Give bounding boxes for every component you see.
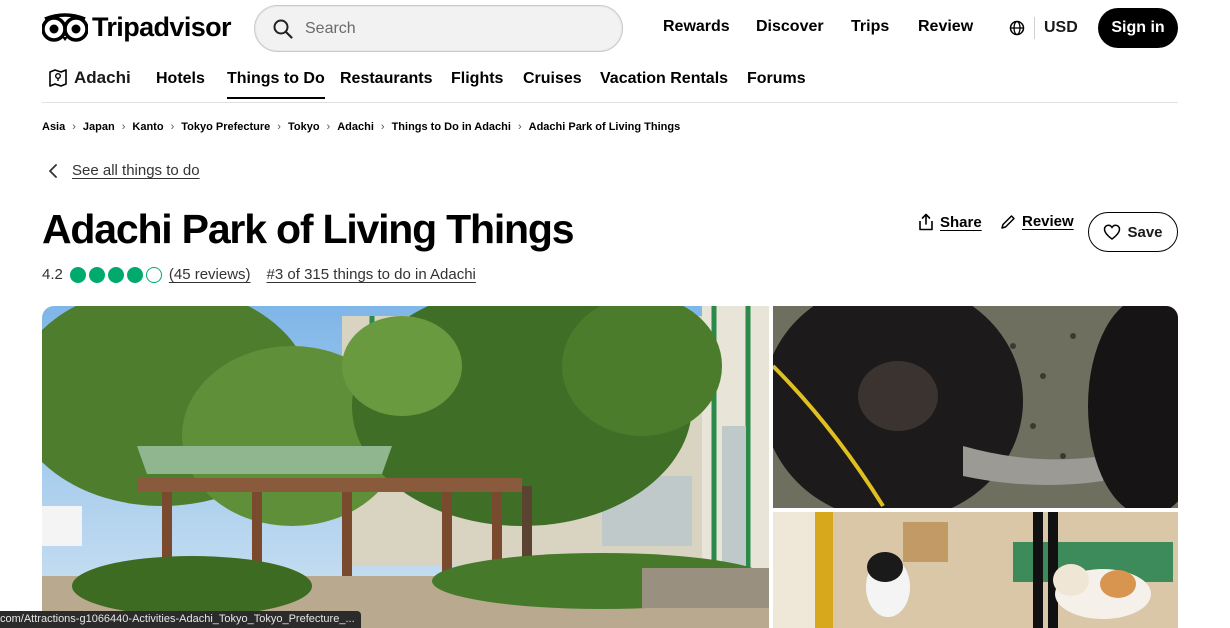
chevron-right-icon: › — [72, 121, 76, 133]
ranking-link[interactable]: #3 of 315 things to do in Adachi — [267, 266, 476, 283]
chevron-right-icon: › — [326, 121, 331, 133]
chevron-right-icon: › — [517, 121, 522, 133]
pencil-icon — [1001, 214, 1015, 229]
cats-photo-image — [773, 512, 1178, 628]
location-label: Adachi — [74, 68, 131, 87]
back-link-label: See all things to do — [72, 162, 200, 179]
gallery-photo-children[interactable] — [773, 306, 1178, 508]
tab-cruises[interactable]: Cruises — [523, 70, 582, 88]
breadcrumb-item[interactable]: Kanto — [132, 121, 163, 133]
top-header: Tripadvisor Rewards Discover Trips Revie… — [0, 0, 1230, 58]
chevron-right-icon: › — [121, 121, 126, 133]
tab-flights[interactable]: Flights — [451, 70, 503, 88]
chevron-left-icon — [49, 163, 57, 178]
location-link[interactable]: Adachi — [48, 68, 131, 88]
breadcrumb-item[interactable]: Tokyo Prefecture — [181, 121, 270, 133]
heart-icon — [1104, 224, 1121, 240]
rating-row: 4.2 (45 reviews) #3 of 315 things to do … — [42, 266, 476, 283]
tadpoles-photo-image — [773, 306, 1178, 508]
breadcrumb-item[interactable]: Japan — [83, 121, 115, 133]
rating-bubble-filled-icon — [107, 266, 124, 283]
tab-vacation-rentals[interactable]: Vacation Rentals — [600, 70, 728, 88]
divider — [42, 102, 1178, 103]
rating-bubble-filled-icon — [88, 266, 105, 283]
review-label: Review — [1022, 213, 1074, 230]
reviews-link[interactable]: (45 reviews) — [169, 266, 251, 283]
currency-selector[interactable]: USD — [1009, 17, 1078, 39]
nav-review[interactable]: Review — [918, 18, 973, 36]
page-title: Adachi Park of Living Things — [42, 206, 575, 252]
nav-rewards[interactable]: Rewards — [663, 18, 730, 36]
save-button[interactable]: Save — [1088, 212, 1178, 252]
nav-trips[interactable]: Trips — [851, 18, 889, 36]
chevron-right-icon: › — [380, 121, 385, 133]
rating-value: 4.2 — [42, 266, 63, 283]
search-input[interactable] — [305, 19, 595, 38]
tripadvisor-logo[interactable]: Tripadvisor — [42, 12, 232, 42]
globe-icon — [1009, 20, 1025, 36]
gallery-photo-cats[interactable] — [773, 512, 1178, 628]
rating-bubble-filled-icon — [69, 266, 86, 283]
currency-label: USD — [1044, 19, 1078, 36]
status-bar-url: com/Attractions-g1066440-Activities-Adac… — [0, 611, 361, 628]
search-bar[interactable] — [254, 5, 623, 52]
sign-in-button[interactable]: Sign in — [1098, 8, 1178, 48]
breadcrumb-item[interactable]: Tokyo — [288, 121, 320, 133]
tab-hotels[interactable]: Hotels — [156, 70, 205, 88]
breadcrumb: Asia › Japan › Kanto › Tokyo Prefecture › To… — [42, 121, 680, 133]
breadcrumb-current: Adachi Park of Living Things — [528, 121, 681, 133]
currency-divider — [1034, 17, 1035, 39]
share-button[interactable]: Share — [918, 213, 982, 231]
map-icon — [49, 69, 67, 87]
rating-bubble-filled-icon — [126, 266, 143, 283]
tab-restaurants[interactable]: Restaurants — [340, 70, 432, 88]
park-photo-image — [42, 306, 769, 628]
save-label: Save — [1127, 223, 1163, 241]
chevron-right-icon: › — [170, 121, 175, 133]
tab-forums[interactable]: Forums — [747, 70, 806, 88]
search-icon — [273, 19, 293, 39]
category-nav: Adachi Hotels Things to Do Restaurants F… — [0, 62, 1230, 103]
main-photo[interactable] — [42, 306, 769, 628]
share-label: Share — [940, 213, 982, 231]
rating-bubble-empty-icon — [145, 266, 162, 283]
write-review-button[interactable]: Review — [1000, 213, 1074, 230]
breadcrumb-item[interactable]: Asia — [42, 121, 65, 133]
owl-logo-icon — [42, 13, 88, 42]
tab-things-to-do[interactable]: Things to Do — [227, 70, 325, 99]
back-link[interactable]: See all things to do — [48, 162, 200, 179]
rating-bubbles — [69, 266, 162, 283]
logo-text: Tripadvisor — [92, 12, 232, 42]
nav-discover[interactable]: Discover — [756, 18, 824, 36]
share-icon — [919, 213, 933, 231]
breadcrumb-item[interactable]: Things to Do in Adachi — [392, 121, 511, 133]
breadcrumb-item[interactable]: Adachi — [337, 121, 374, 133]
chevron-right-icon: › — [277, 121, 281, 133]
